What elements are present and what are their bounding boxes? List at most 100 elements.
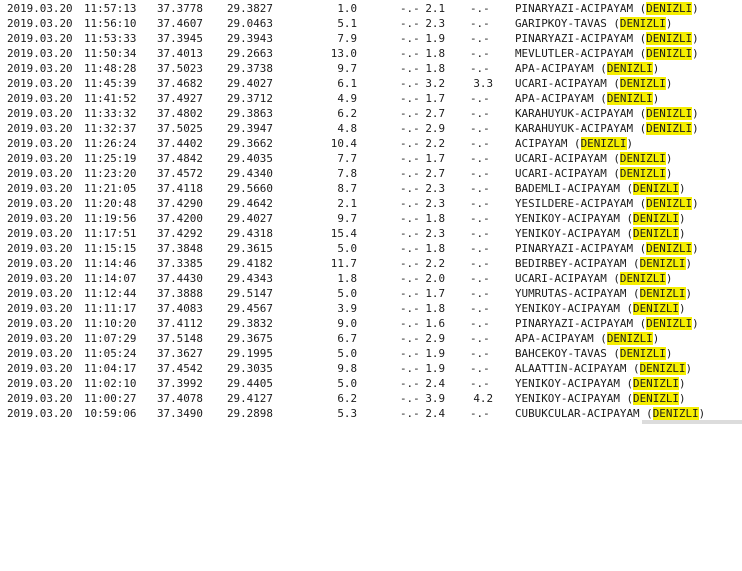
table-row: 2019.03.20 11:21:05 37.4118 29.5660 8.7 … — [0, 181, 742, 196]
location: PINARYAZI-ACIPAYAM (DENIZLI) — [515, 317, 699, 330]
depth: 2.1 — [337, 197, 357, 210]
longitude: 29.4318 — [227, 227, 273, 240]
mw-value: -.- — [470, 182, 490, 195]
table-row: 2019.03.20 11:12:44 37.3888 29.5147 5.0 … — [0, 286, 742, 301]
mw-value: -.- — [470, 332, 490, 345]
date: 2019.03.20 — [7, 407, 73, 420]
province-highlight: DENIZLI — [646, 242, 693, 255]
table-row: 2019.03.20 11:14:46 37.3385 29.4182 11.7… — [0, 256, 742, 271]
longitude: 29.3675 — [227, 332, 273, 345]
ml-value: 2.9 — [425, 332, 445, 345]
time: 11:07:29 — [84, 332, 137, 345]
mw-value: -.- — [470, 47, 490, 60]
longitude: 29.3827 — [227, 2, 273, 15]
place-name: APA-ACIPAYAM — [515, 332, 594, 345]
depth: 5.0 — [337, 347, 357, 360]
mw-value: -.- — [470, 92, 490, 105]
mw-value: -.- — [470, 347, 490, 360]
location: KARAHUYUK-ACIPAYAM (DENIZLI) — [515, 122, 699, 135]
date: 2019.03.20 — [7, 32, 73, 45]
latitude: 37.4542 — [157, 362, 203, 375]
time: 11:26:24 — [84, 137, 137, 150]
date: 2019.03.20 — [7, 62, 73, 75]
mw-value: -.- — [470, 287, 490, 300]
ml-value: 1.8 — [425, 212, 445, 225]
table-row: 2019.03.20 11:41:52 37.4927 29.3712 4.9 … — [0, 91, 742, 106]
depth: 15.4 — [330, 227, 357, 240]
depth: 5.0 — [337, 287, 357, 300]
depth: 5.3 — [337, 407, 357, 420]
location: APA-ACIPAYAM (DENIZLI) — [515, 332, 660, 345]
longitude: 29.4035 — [227, 152, 273, 165]
ml-value: 2.7 — [425, 107, 445, 120]
location: CUBUKCULAR-ACIPAYAM (DENIZLI) — [515, 407, 706, 420]
longitude: 29.5147 — [227, 287, 273, 300]
depth: 9.0 — [337, 317, 357, 330]
ml-value: 2.4 — [425, 407, 445, 420]
date: 2019.03.20 — [7, 2, 73, 15]
time: 11:23:20 — [84, 167, 137, 180]
latitude: 37.3778 — [157, 2, 203, 15]
date: 2019.03.20 — [7, 332, 73, 345]
date: 2019.03.20 — [7, 92, 73, 105]
latitude: 37.5148 — [157, 332, 203, 345]
latitude: 37.5023 — [157, 62, 203, 75]
location: YENIKOY-ACIPAYAM (DENIZLI) — [515, 392, 686, 405]
longitude: 29.3738 — [227, 62, 273, 75]
mw-value: -.- — [470, 257, 490, 270]
date: 2019.03.20 — [7, 77, 73, 90]
province-highlight: DENIZLI — [606, 62, 653, 75]
ml-value: 2.0 — [425, 272, 445, 285]
mw-value: -.- — [470, 377, 490, 390]
latitude: 37.4078 — [157, 392, 203, 405]
time: 11:33:32 — [84, 107, 137, 120]
province-highlight: DENIZLI — [633, 302, 679, 315]
date: 2019.03.20 — [7, 17, 73, 30]
depth: 9.7 — [337, 62, 357, 75]
date: 2019.03.20 — [7, 302, 73, 315]
time: 11:17:51 — [84, 227, 137, 240]
time: 11:02:10 — [84, 377, 137, 390]
table-row: 2019.03.20 11:05:24 37.3627 29.1995 5.0 … — [0, 346, 742, 361]
table-row: 2019.03.20 11:04:17 37.4542 29.3035 9.8 … — [0, 361, 742, 376]
location: GARIPKOY-TAVAS (DENIZLI) — [515, 17, 673, 30]
horizontal-scrollbar[interactable] — [642, 420, 742, 424]
time: 11:50:34 — [84, 47, 137, 60]
date: 2019.03.20 — [7, 242, 73, 255]
mw-value: -.- — [470, 302, 490, 315]
time: 11:56:10 — [84, 17, 137, 30]
place-name: APA-ACIPAYAM — [515, 62, 594, 75]
time: 11:14:07 — [84, 272, 137, 285]
date: 2019.03.20 — [7, 197, 73, 210]
mw-value: -.- — [470, 272, 490, 285]
mw-value: -.- — [470, 17, 490, 30]
province-highlight: DENIZLI — [646, 122, 693, 135]
mw-value: -.- — [470, 317, 490, 330]
place-name: ACIPAYAM — [515, 137, 568, 150]
longitude: 29.3615 — [227, 242, 273, 255]
latitude: 37.4802 — [157, 107, 203, 120]
location: YENIKOY-ACIPAYAM (DENIZLI) — [515, 212, 686, 225]
latitude: 37.4842 — [157, 152, 203, 165]
place-name: YENIKOY-ACIPAYAM — [515, 302, 620, 315]
table-row: 2019.03.20 11:23:20 37.4572 29.4340 7.8 … — [0, 166, 742, 181]
location: APA-ACIPAYAM (DENIZLI) — [515, 62, 660, 75]
depth: 1.8 — [337, 272, 357, 285]
time: 11:41:52 — [84, 92, 137, 105]
date: 2019.03.20 — [7, 347, 73, 360]
province-highlight: DENIZLI — [606, 92, 653, 105]
time: 11:05:24 — [84, 347, 137, 360]
location: UCARI-ACIPAYAM (DENIZLI) — [515, 77, 673, 90]
time: 11:04:17 — [84, 362, 137, 375]
table-row: 2019.03.20 11:02:10 37.3992 29.4405 5.0 … — [0, 376, 742, 391]
place-name: YENIKOY-ACIPAYAM — [515, 227, 620, 240]
date: 2019.03.20 — [7, 107, 73, 120]
depth: 5.0 — [337, 242, 357, 255]
table-row: 2019.03.20 11:20:48 37.4290 29.4642 2.1 … — [0, 196, 742, 211]
ml-value: 1.8 — [425, 47, 445, 60]
time: 10:59:06 — [84, 407, 137, 420]
time: 11:53:33 — [84, 32, 137, 45]
longitude: 29.3035 — [227, 362, 273, 375]
date: 2019.03.20 — [7, 47, 73, 60]
latitude: 37.3385 — [157, 257, 203, 270]
